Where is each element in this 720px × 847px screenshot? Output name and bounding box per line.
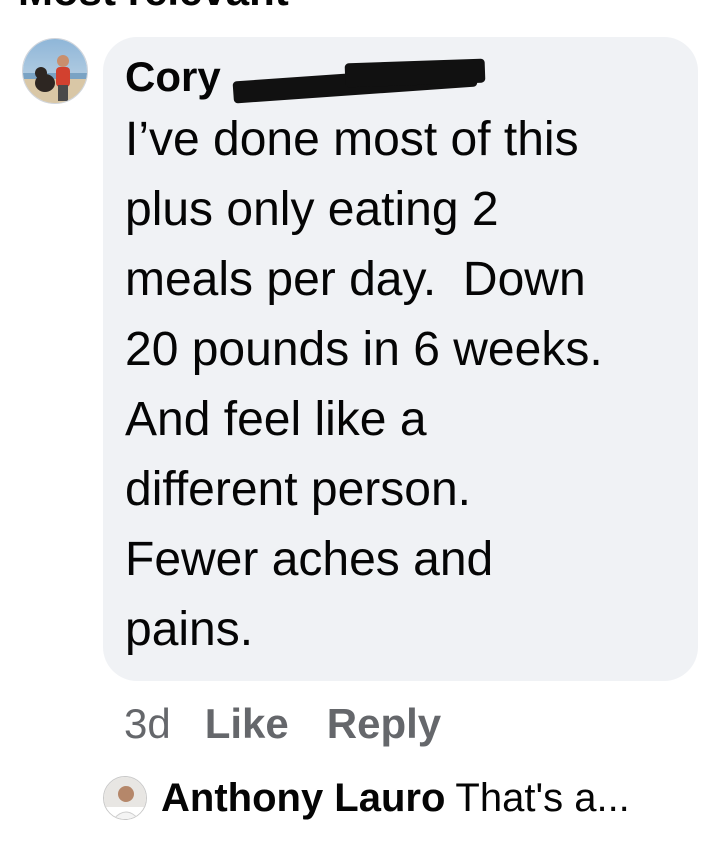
comment-line: meals per day. Down [125, 253, 586, 306]
like-button[interactable]: Like [205, 696, 289, 752]
section-header[interactable]: Most relevant [18, 0, 289, 12]
comment-author-name[interactable]: Cory [125, 53, 486, 104]
author-first-name[interactable]: Cory [125, 53, 221, 100]
reply-snippet: That's a... [455, 776, 630, 820]
reply-button[interactable]: Reply [327, 696, 441, 752]
comment-line: And feel like a [125, 393, 427, 446]
comment-timestamp[interactable]: 3d [124, 696, 171, 752]
reply-preview[interactable]: Anthony Lauro That's a... [103, 773, 630, 823]
comment-line: different person. [125, 463, 472, 516]
comment-line: pains. [125, 603, 254, 656]
commenter-avatar[interactable] [22, 38, 88, 104]
redaction-mark [344, 58, 486, 88]
comment-line: plus only eating 2 [125, 183, 499, 236]
comment-line: Fewer aches and [125, 533, 494, 586]
reply-author-name[interactable]: Anthony Lauro [161, 773, 445, 823]
comment-line: I’ve done most of this [125, 113, 579, 166]
comment-bubble: Cory I’ve done most of this plus only ea… [103, 37, 698, 681]
reply-author-avatar[interactable] [103, 776, 147, 820]
comment-actions: 3d Like Reply [124, 696, 479, 752]
comment-text: I’ve done most of this plus only eating … [125, 105, 685, 665]
comment-line: 20 pounds in 6 weeks. [125, 323, 603, 376]
